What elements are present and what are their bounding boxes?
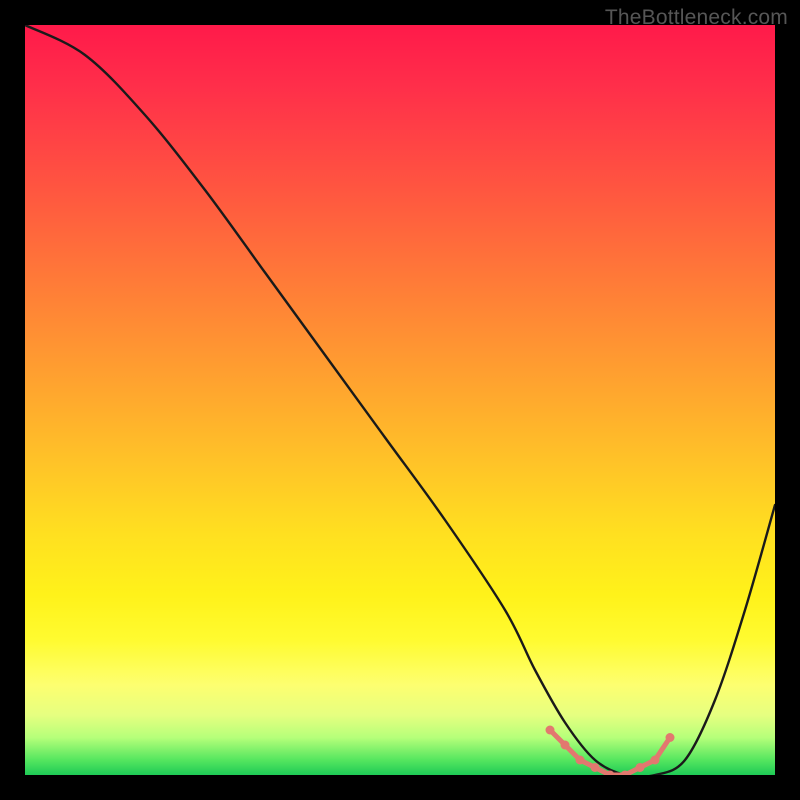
bottleneck-curve	[25, 25, 775, 775]
marker-dot	[591, 763, 600, 772]
marker-dot	[576, 756, 585, 765]
marker-dot	[546, 726, 555, 735]
chart-area	[25, 25, 775, 775]
chart-svg	[25, 25, 775, 775]
marker-dot	[636, 763, 645, 772]
optimal-range-markers	[546, 726, 675, 776]
marker-dot	[561, 741, 570, 750]
marker-segment	[550, 730, 670, 775]
marker-dot	[666, 733, 675, 742]
marker-dot	[651, 756, 660, 765]
watermark-text: TheBottleneck.com	[605, 6, 788, 30]
